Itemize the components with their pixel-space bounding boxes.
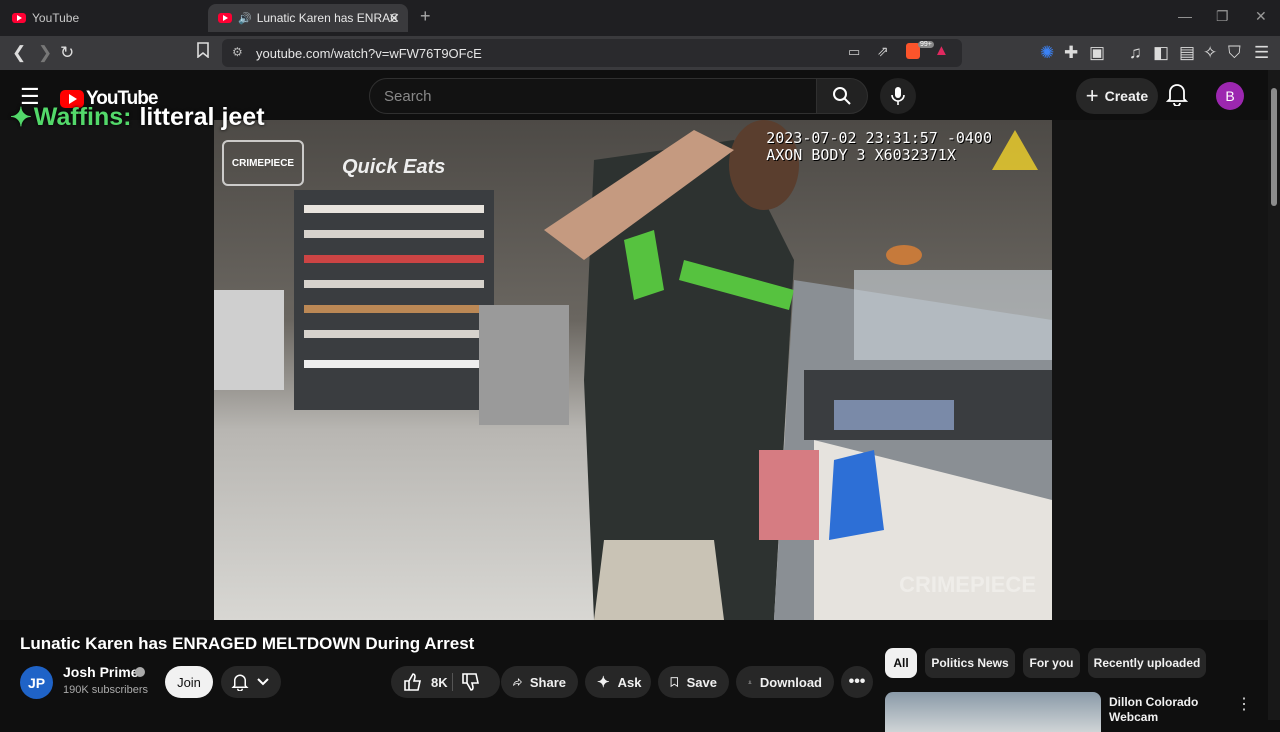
search-box[interactable] xyxy=(369,78,817,114)
shields-badge: 99+ xyxy=(918,41,934,48)
thumbs-down-icon[interactable] xyxy=(461,672,481,692)
chip-recently-uploaded[interactable]: Recently uploaded xyxy=(1088,648,1206,678)
ask-label: Ask xyxy=(617,674,642,690)
share-label: Share xyxy=(529,674,566,690)
video-watermark: CRIMEPIECE xyxy=(899,572,1036,597)
search-input[interactable] xyxy=(370,79,790,113)
chip-all[interactable]: All xyxy=(885,648,917,678)
device-id-line: AXON BODY 3 X6032371X xyxy=(766,146,956,164)
search-icon xyxy=(833,87,851,105)
timestamp-line: 2023-07-02 23:31:57 -0400 xyxy=(766,129,992,147)
address-bar[interactable]: ⚙ youtube.com/watch?v=wFW76T9OFcE ▭ ⇗ 99… xyxy=(222,39,962,67)
subscription-bell-button[interactable] xyxy=(221,666,281,698)
youtube-favicon-icon xyxy=(12,13,26,23)
video-player[interactable]: CRIMEPIECE Quick Eats 2023-07-02 23:31:5… xyxy=(0,120,1268,620)
leo-ai-icon[interactable]: ✧ xyxy=(1203,42,1217,64)
overlay-message: litteral jeet xyxy=(139,103,265,131)
menu-icon[interactable]: ☰ xyxy=(1254,42,1269,64)
forward-button[interactable]: ❯ xyxy=(38,42,52,64)
plus-icon: + xyxy=(1085,83,1099,108)
microphone-icon xyxy=(891,87,905,105)
chip-politics-news[interactable]: Politics News xyxy=(925,648,1015,678)
share-page-icon[interactable]: ⇗ xyxy=(877,43,889,60)
search-button[interactable] xyxy=(816,78,868,114)
minimize-button[interactable]: — xyxy=(1178,8,1192,24)
browser-tab-strip: YouTube 🔊 Lunatic Karen has ENRAGED M ✕ … xyxy=(0,0,1280,36)
like-dislike-group: 8K xyxy=(391,666,500,698)
youtube-favicon-icon xyxy=(218,13,232,23)
close-window-button[interactable]: ✕ xyxy=(1255,8,1267,25)
save-button[interactable]: Save xyxy=(658,666,729,698)
bookmark-icon[interactable] xyxy=(196,42,210,64)
bodycam-timestamp: 2023-07-02 23:31:57 -0400 AXON BODY 3 X6… xyxy=(766,130,992,164)
sidebar-icon[interactable]: ◧ xyxy=(1153,42,1169,64)
youtube-page: ☰ YouTube + Create B xyxy=(0,70,1280,732)
download-icon xyxy=(748,680,752,684)
notifications-button[interactable] xyxy=(1165,82,1196,112)
recommendation-title[interactable]: Dillon Colorado Webcam xyxy=(1109,695,1229,725)
chat-overlay: ✦ Waffins: litteral jeet xyxy=(10,102,265,133)
wallet-icon[interactable]: ▤ xyxy=(1179,42,1195,64)
page-scrollbar[interactable] xyxy=(1268,70,1280,720)
thumbs-up-icon[interactable] xyxy=(403,672,423,692)
share-button[interactable]: Share xyxy=(501,666,578,698)
cast-icon[interactable]: ▭ xyxy=(848,44,860,60)
more-vertical-icon[interactable]: ⋮ xyxy=(1236,694,1252,714)
like-count[interactable]: 8K xyxy=(431,675,448,690)
video-title: Lunatic Karen has ENRAGED MELTDOWN Durin… xyxy=(20,634,475,653)
new-tab-button[interactable]: + xyxy=(420,6,431,27)
channel-name[interactable]: Josh Prime xyxy=(63,664,138,680)
tab-title: Lunatic Karen has ENRAGED M xyxy=(256,11,397,25)
reload-button[interactable]: ↻ xyxy=(60,42,74,64)
reading-mode-icon[interactable]: ▣ xyxy=(1089,42,1105,64)
download-label: Download xyxy=(759,674,822,690)
tab-youtube[interactable]: YouTube xyxy=(12,4,202,32)
overlay-username: Waffins: xyxy=(33,103,132,131)
vpn-icon[interactable]: ✺ xyxy=(1040,42,1054,64)
subscriber-count: 190K subscribers xyxy=(63,684,148,696)
media-icon[interactable]: ♫ xyxy=(1129,42,1142,64)
browser-toolbar: ❮ ❯ ↻ ⚙ youtube.com/watch?v=wFW76T9OFcE … xyxy=(0,36,1280,70)
bell-icon xyxy=(231,674,249,691)
join-button[interactable]: Join xyxy=(165,666,213,698)
recommendation-thumbnail[interactable] xyxy=(885,692,1101,732)
download-button[interactable]: Download xyxy=(736,666,834,698)
save-label: Save xyxy=(686,674,717,690)
vpn-shield-icon[interactable]: ⛉ xyxy=(1228,42,1241,64)
sparkle-icon: ✦ xyxy=(10,102,32,132)
channel-avatar[interactable]: JP xyxy=(20,666,53,699)
video-scene xyxy=(214,120,1052,620)
create-label: Create xyxy=(1104,88,1149,104)
speaker-icon: 🔊 xyxy=(238,12,252,25)
sparkle-icon: ✦ xyxy=(597,674,610,691)
close-tab-icon[interactable]: ✕ xyxy=(388,10,400,27)
video-frame[interactable]: CRIMEPIECE Quick Eats 2023-07-02 23:31:5… xyxy=(214,120,1052,620)
bookmark-icon xyxy=(670,677,678,688)
bell-icon xyxy=(1165,84,1189,107)
scrollbar-thumb[interactable] xyxy=(1271,88,1277,206)
share-icon xyxy=(513,678,522,686)
back-button[interactable]: ❮ xyxy=(12,42,26,64)
channel-watermark-badge: CRIMEPIECE xyxy=(222,140,304,186)
url-text[interactable]: youtube.com/watch?v=wFW76T9OFcE xyxy=(256,46,482,61)
more-actions-button[interactable]: ••• xyxy=(841,666,873,698)
chevron-down-icon xyxy=(257,678,269,686)
extensions-icon[interactable]: ✚ xyxy=(1064,42,1078,64)
axon-logo-icon xyxy=(992,130,1038,170)
verified-icon xyxy=(135,667,145,677)
site-info-icon[interactable]: ⚙ xyxy=(232,45,243,59)
maximize-button[interactable]: ❐ xyxy=(1216,8,1229,25)
ask-button[interactable]: ✦ Ask xyxy=(585,666,651,698)
more-horizontal-icon: ••• xyxy=(848,673,866,690)
account-avatar[interactable]: B xyxy=(1216,82,1244,110)
store-sign-text: Quick Eats xyxy=(342,156,446,178)
create-button[interactable]: + Create xyxy=(1076,78,1158,114)
brave-rewards-icon[interactable]: ▲ xyxy=(934,42,949,59)
tab-video[interactable]: 🔊 Lunatic Karen has ENRAGED M ✕ xyxy=(208,4,408,32)
tab-title: YouTube xyxy=(32,11,80,25)
voice-search-button[interactable] xyxy=(880,78,916,114)
divider xyxy=(452,673,453,691)
chip-for-you[interactable]: For you xyxy=(1023,648,1080,678)
